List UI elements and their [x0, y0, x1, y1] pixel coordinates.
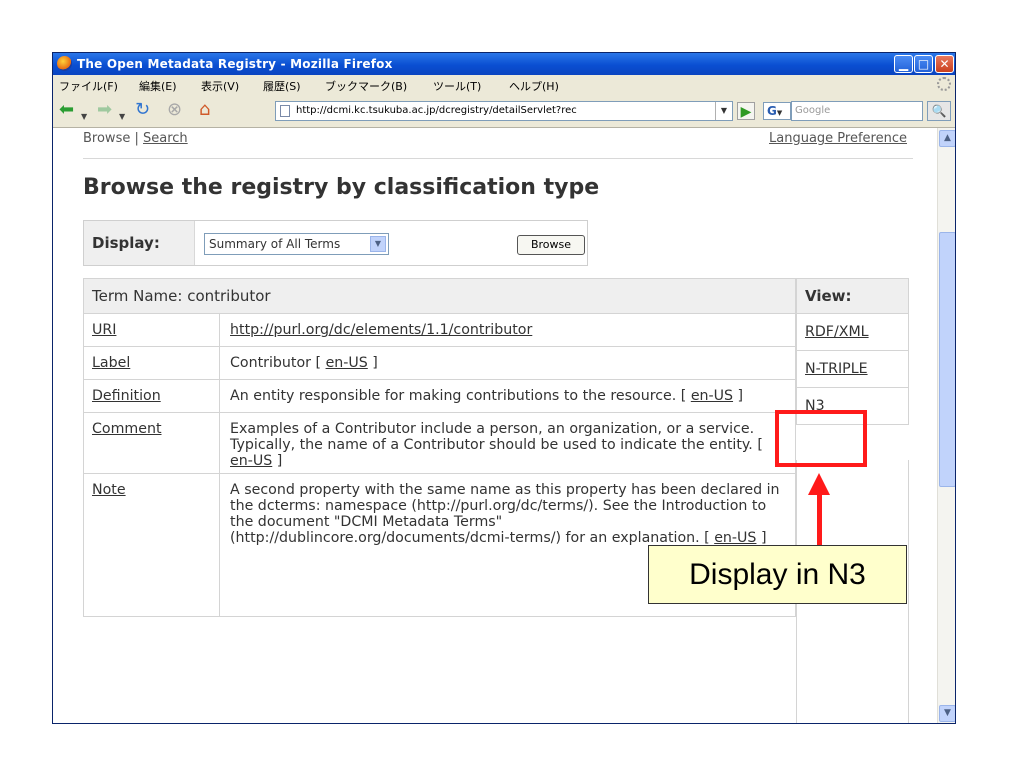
comment-value: Examples of a Contributor include a pers… [230, 421, 763, 453]
browse-button[interactable]: Browse [517, 235, 585, 255]
menu-help[interactable]: ヘルプ(H) [509, 78, 559, 94]
lang-link[interactable]: en-US [714, 530, 756, 546]
page-title: Browse the registry by classification ty… [83, 175, 600, 200]
label-value: Contributor [ [230, 355, 326, 371]
rdf-xml-link[interactable]: RDF/XML [805, 324, 869, 340]
comment-key-link[interactable]: Comment [92, 421, 162, 437]
url-text: http://dcmi.kc.tsukuba.ac.jp/dcregistry/… [296, 105, 577, 116]
arrow-shaft [817, 492, 822, 547]
search-icon[interactable]: 🔍 [927, 101, 951, 121]
search-engine-label: G [767, 104, 777, 118]
lang-suffix: ] [272, 453, 283, 469]
view-cell-rdfxml: RDF/XML [796, 313, 909, 351]
menu-file[interactable]: ファイル(F) [59, 78, 118, 94]
search-link[interactable]: Search [143, 131, 188, 146]
maximize-button[interactable]: □ [914, 55, 933, 73]
navigation-toolbar: ⬅ ▼ ➡ ▼ ↻ ⊗ ⌂ http://dcmi.kc.tsukuba.ac.… [53, 94, 955, 128]
reload-icon[interactable]: ↻ [135, 100, 150, 120]
minimize-button[interactable]: ▁ [894, 55, 913, 73]
uri-value-link[interactable]: http://purl.org/dc/elements/1.1/contribu… [230, 322, 532, 338]
minimize-icon: ▁ [898, 57, 909, 71]
table-row: URI http://purl.org/dc/elements/1.1/cont… [82, 313, 796, 347]
lang-link[interactable]: en-US [230, 453, 272, 469]
table-header-row: Term Name: contributor [83, 278, 796, 314]
search-engine-dropdown-icon: ▼ [776, 109, 783, 117]
menu-view[interactable]: 表示(V) [201, 78, 239, 94]
lang-link[interactable]: en-US [691, 388, 733, 404]
lang-link[interactable]: en-US [326, 355, 368, 371]
row-value-definition: An entity responsible for making contrib… [219, 379, 796, 413]
menu-bookmarks[interactable]: ブックマーク(B) [325, 78, 407, 94]
lang-suffix: ] [756, 530, 767, 546]
throbber-icon [937, 77, 951, 91]
table-row: Comment Examples of a Contributor includ… [82, 412, 796, 474]
term-name-header: Term Name: contributor [83, 278, 796, 314]
view-table: View: RDF/XML N-TRIPLE N3 [796, 278, 909, 425]
home-icon[interactable]: ⌂ [199, 100, 210, 120]
forward-dropdown-icon[interactable]: ▼ [119, 107, 125, 127]
row-key-uri: URI [82, 313, 221, 347]
back-dropdown-icon[interactable]: ▼ [81, 107, 87, 127]
maximize-icon: □ [917, 57, 930, 71]
row-value-uri: http://purl.org/dc/elements/1.1/contribu… [219, 313, 796, 347]
row-key-definition: Definition [82, 379, 221, 413]
row-key-label: Label [82, 346, 221, 380]
definition-value: An entity responsible for making contrib… [230, 388, 691, 404]
search-input[interactable]: Google [791, 101, 923, 121]
display-select-value: Summary of All Terms [209, 237, 341, 251]
view-header-row: View: [796, 278, 909, 314]
note-key-link[interactable]: Note [92, 482, 126, 498]
display-label: Display: [84, 221, 195, 265]
n3-highlight-box [775, 410, 867, 467]
scroll-up-icon[interactable]: ▲ [939, 130, 955, 147]
scroll-down-icon[interactable]: ▼ [939, 705, 955, 722]
stop-icon[interactable]: ⊗ [167, 100, 182, 120]
view-row: N-TRIPLE [796, 350, 909, 388]
url-bar[interactable]: http://dcmi.kc.tsukuba.ac.jp/dcregistry/… [275, 101, 733, 121]
row-value-label: Contributor [ en-US ] [219, 346, 796, 380]
uri-key-link[interactable]: URI [92, 322, 116, 338]
scroll-thumb[interactable] [939, 232, 955, 487]
view-cell-ntriple: N-TRIPLE [796, 350, 909, 388]
window-title: The Open Metadata Registry - Mozilla Fir… [77, 57, 393, 71]
row-value-comment: Examples of a Contributor include a pers… [219, 412, 796, 474]
forward-arrow-icon[interactable]: ➡ [97, 100, 112, 120]
back-arrow-icon[interactable]: ⬅ [59, 100, 74, 120]
note-value: A second property with the same name as … [230, 482, 780, 546]
display-form: Display: Summary of All Terms ▼ Browse [83, 220, 588, 266]
close-button[interactable]: ✕ [935, 55, 954, 73]
row-key-comment: Comment [82, 412, 221, 474]
go-arrow-icon[interactable]: ▶ [737, 102, 755, 120]
language-preference-link[interactable]: Language Preference [769, 131, 907, 146]
menu-tools[interactable]: ツール(T) [433, 78, 481, 94]
title-bar: The Open Metadata Registry - Mozilla Fir… [53, 53, 955, 75]
callout-label: Display in N3 [648, 545, 907, 604]
table-row: Definition An entity responsible for mak… [82, 379, 796, 413]
menu-edit[interactable]: 編集(E) [139, 78, 177, 94]
table-row: Label Contributor [ en-US ] [82, 346, 796, 380]
menu-bar: ファイル(F) 編集(E) 表示(V) 履歴(S) ブックマーク(B) ツール(… [53, 75, 955, 94]
top-nav: Browse | Search [83, 131, 188, 146]
firefox-icon [57, 56, 72, 71]
nav-separator: | [130, 131, 143, 146]
browser-window: The Open Metadata Registry - Mozilla Fir… [52, 52, 956, 724]
view-row: RDF/XML [796, 313, 909, 351]
chevron-down-icon[interactable]: ▼ [370, 236, 386, 252]
vertical-scrollbar[interactable]: ▲ ▼ [937, 128, 955, 723]
view-header: View: [796, 278, 909, 314]
search-engine-icon[interactable]: G▼ [763, 102, 791, 120]
url-dropdown-icon[interactable]: ▼ [715, 102, 732, 120]
browse-link[interactable]: Browse [83, 131, 130, 146]
definition-key-link[interactable]: Definition [92, 388, 161, 404]
divider [83, 158, 913, 159]
row-key-note: Note [82, 473, 221, 617]
label-key-link[interactable]: Label [92, 355, 130, 371]
close-icon: ✕ [939, 57, 950, 71]
page-icon [280, 105, 290, 117]
lang-suffix: ] [733, 388, 744, 404]
display-select[interactable]: Summary of All Terms ▼ [204, 233, 389, 255]
n-triple-link[interactable]: N-TRIPLE [805, 361, 868, 377]
menu-history[interactable]: 履歴(S) [263, 78, 301, 94]
lang-suffix: ] [367, 355, 378, 371]
